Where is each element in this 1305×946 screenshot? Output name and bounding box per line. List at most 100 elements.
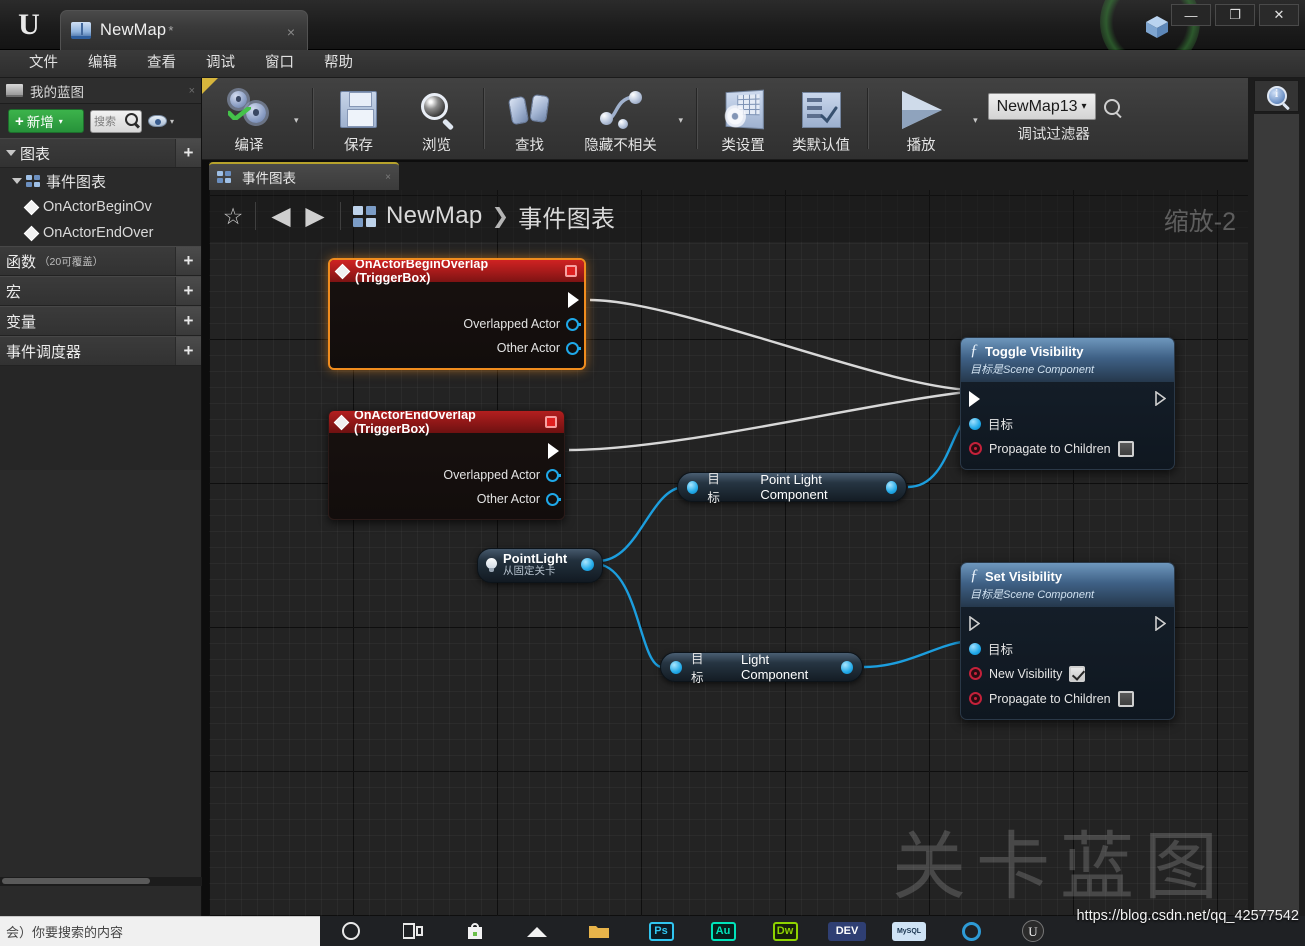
folder-icon[interactable] (568, 916, 630, 946)
add-macro-button[interactable]: + (175, 277, 201, 305)
photoshop-icon[interactable]: Ps (630, 916, 692, 946)
blueprint-search-input[interactable]: 搜索 (90, 109, 142, 133)
menu-debug[interactable]: 调试 (191, 50, 250, 77)
object-output-pin-icon[interactable] (566, 341, 581, 355)
object-output-pin-icon[interactable] (841, 660, 853, 674)
section-event-dispatchers[interactable]: 事件调度器 + (0, 336, 201, 366)
node-toggle-visibility[interactable]: ƒ Toggle Visibility 目标是Scene Component 目… (960, 337, 1175, 470)
section-functions[interactable]: 函数 （20可覆盖） + (0, 246, 201, 276)
add-function-button[interactable]: + (175, 247, 201, 275)
pin-row-exec[interactable] (961, 611, 1174, 636)
pin-row-exec-out[interactable] (329, 439, 564, 463)
navigate-forward-icon[interactable]: ▶ (298, 201, 332, 231)
play-button[interactable]: 播放 (875, 78, 967, 159)
search-icon[interactable] (320, 916, 382, 946)
taskview-icon[interactable] (382, 916, 444, 946)
mysql-icon[interactable]: MySQL (878, 916, 940, 946)
menu-help[interactable]: 帮助 (309, 50, 368, 77)
tab-close-icon[interactable]: × (385, 172, 391, 183)
unreal-icon[interactable]: U (1002, 916, 1064, 946)
object-output-pin-icon[interactable] (581, 558, 594, 572)
exec-output-pin-icon[interactable] (1155, 616, 1166, 631)
event-item-end-overlap[interactable]: OnActorEndOver (0, 220, 201, 246)
new-visibility-checkbox[interactable] (1069, 665, 1086, 682)
bookmark-star-icon[interactable]: ☆ (219, 202, 247, 230)
section-macros[interactable]: 宏 + (0, 276, 201, 306)
bool-input-pin-icon[interactable] (969, 442, 982, 455)
close-button[interactable]: ✕ (1259, 4, 1299, 26)
class-settings-button[interactable]: 类设置 (704, 78, 782, 159)
event-item-begin-overlap[interactable]: OnActorBeginOv (0, 194, 201, 220)
exec-output-pin-icon[interactable] (548, 443, 559, 459)
object-output-pin-icon[interactable] (885, 480, 897, 494)
pin-row-target[interactable]: 目标 (961, 411, 1174, 436)
hide-unrelated-button[interactable]: 隐藏不相关 (569, 78, 673, 159)
dev-icon[interactable]: DEV (816, 916, 878, 946)
pin-row-overlapped-actor[interactable]: Overlapped Actor (330, 312, 584, 336)
propagate-to-children-checkbox[interactable] (1117, 440, 1134, 457)
store-icon[interactable] (444, 916, 506, 946)
pin-row-other-actor[interactable]: Other Actor (330, 336, 584, 360)
event-graph-item[interactable]: 事件图表 (0, 168, 201, 194)
object-input-pin-icon[interactable] (687, 480, 699, 494)
object-input-pin-icon[interactable] (969, 642, 981, 655)
compile-button[interactable]: 编译 (210, 78, 288, 159)
pin-row-exec-out[interactable] (330, 288, 584, 312)
add-event-dispatcher-button[interactable]: + (175, 337, 201, 365)
mail-icon[interactable] (506, 916, 568, 946)
horizontal-scrollbar[interactable] (0, 877, 202, 886)
minimize-button[interactable]: — (1171, 4, 1211, 26)
exec-input-pin-icon[interactable] (969, 616, 980, 631)
pin-row-other-actor[interactable]: Other Actor (329, 487, 564, 511)
object-input-pin-icon[interactable] (670, 660, 682, 674)
pin-row-propagate-to-children[interactable]: Propagate to Children (961, 686, 1174, 711)
add-variable-button[interactable]: + (175, 307, 201, 335)
debug-search-icon[interactable] (1103, 98, 1120, 115)
exec-input-pin-icon[interactable] (969, 390, 980, 407)
menu-view[interactable]: 查看 (132, 50, 191, 77)
windows-search-bar[interactable]: 会）你要搜索的内容 (0, 916, 320, 946)
menu-window[interactable]: 窗口 (250, 50, 309, 77)
pin-row-overlapped-actor[interactable]: Overlapped Actor (329, 463, 564, 487)
maximize-button[interactable]: ❐ (1215, 4, 1255, 26)
save-button[interactable]: 保存 (320, 78, 398, 159)
blueprint-graph-canvas[interactable]: ☆ ◀ ▶ NewMap ❯ 事件图表 缩放-2 关卡蓝图 OnActorBeg… (209, 190, 1248, 916)
class-defaults-button[interactable]: 类默认值 (782, 78, 860, 159)
browse-button[interactable]: 浏览 (398, 78, 476, 159)
breadcrumb-root[interactable]: NewMap (386, 202, 483, 230)
visibility-filter-button[interactable]: ▾ (148, 115, 174, 127)
exec-output-pin-icon[interactable] (1155, 391, 1166, 406)
object-output-pin-icon[interactable] (546, 492, 561, 506)
pin-row-target[interactable]: 目标 (961, 636, 1174, 661)
breadcrumb-leaf[interactable]: 事件图表 (518, 199, 615, 234)
dreamweaver-icon[interactable]: Dw (754, 916, 816, 946)
document-tab-newmap[interactable]: NewMap * × (60, 10, 308, 50)
audition-icon[interactable]: Au (692, 916, 754, 946)
node-on-actor-end-overlap[interactable]: OnActorEndOverlap (TriggerBox) Overlappe… (328, 410, 565, 520)
node-on-actor-begin-overlap[interactable]: OnActorBeginOverlap (TriggerBox) Overlap… (328, 258, 586, 370)
pin-row-exec[interactable] (961, 386, 1174, 411)
pin-row-propagate-to-children[interactable]: Propagate to Children (961, 436, 1174, 461)
pin-row-new-visibility[interactable]: New Visibility (961, 661, 1174, 686)
node-set-visibility[interactable]: ƒ Set Visibility 目标是Scene Component 目标 N… (960, 562, 1175, 720)
object-output-pin-icon[interactable] (566, 317, 581, 331)
add-graph-button[interactable]: + (175, 139, 201, 167)
document-tab-close-icon[interactable]: × (287, 24, 295, 40)
bool-input-pin-icon[interactable] (969, 692, 982, 705)
bool-input-pin-icon[interactable] (969, 667, 982, 680)
menu-file[interactable]: 文件 (14, 50, 73, 77)
section-graphs[interactable]: 图表 + (0, 138, 201, 168)
compile-dropdown-chevron-icon[interactable]: ▾ (288, 115, 305, 126)
section-variables[interactable]: 变量 + (0, 306, 201, 336)
node-point-light-variable[interactable]: PointLight 从固定关卡 (477, 548, 603, 583)
debug-filter-select[interactable]: NewMap13 ▾ (987, 93, 1096, 120)
panel-close-icon[interactable]: × (189, 85, 195, 97)
node-light-component[interactable]: 目标 Light Component (660, 652, 863, 685)
cortana-icon[interactable] (940, 916, 1002, 946)
exec-output-pin-icon[interactable] (568, 292, 579, 308)
hide-unrelated-chevron-icon[interactable]: ▾ (673, 115, 690, 126)
add-new-button[interactable]: + 新增 ▾ (8, 109, 84, 133)
navigate-back-icon[interactable]: ◀ (264, 201, 298, 231)
propagate-to-children-checkbox[interactable] (1117, 690, 1134, 707)
tab-event-graph[interactable]: 事件图表 × (209, 162, 399, 190)
